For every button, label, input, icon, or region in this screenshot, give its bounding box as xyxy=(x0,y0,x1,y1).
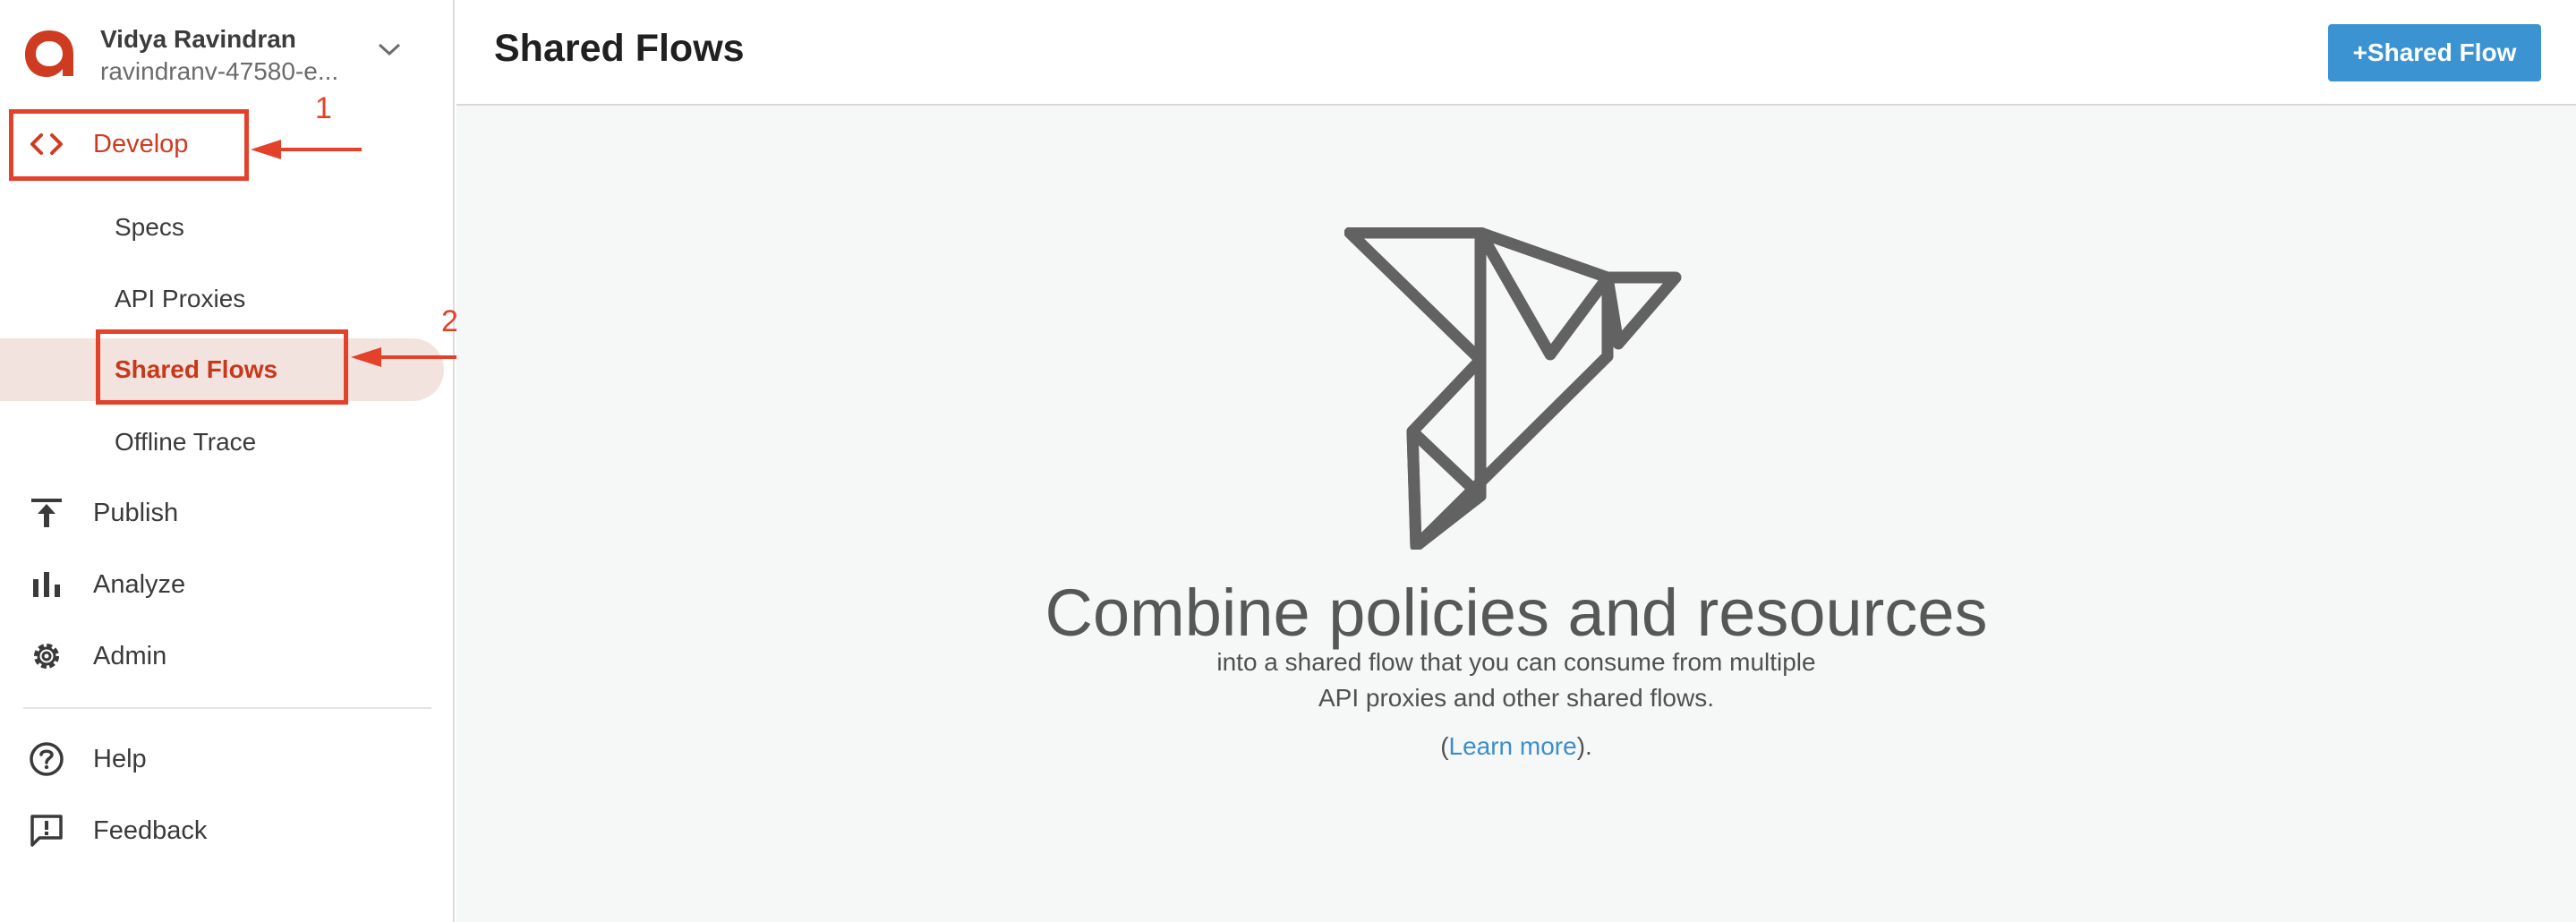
annotation-box-shared-flows xyxy=(96,329,348,405)
chevron-down-icon[interactable] xyxy=(376,39,403,59)
nav-analyze-label: Analyze xyxy=(93,569,186,599)
origami-bird-icon xyxy=(1344,227,1682,550)
annotation-number-1: 1 xyxy=(315,91,332,125)
sidebar-item-api-proxies[interactable]: API Proxies xyxy=(0,268,444,330)
learn-more-open: ( xyxy=(1440,732,1449,760)
nav-admin-label: Admin xyxy=(93,641,167,670)
page-header: Shared Flows +Shared Flow xyxy=(456,0,2576,106)
nav-help-label: Help xyxy=(93,744,147,773)
feedback-icon xyxy=(27,811,66,850)
page-title: Shared Flows xyxy=(494,27,745,70)
gear-icon xyxy=(27,636,66,676)
empty-state-description-line1: into a shared flow that you can consume … xyxy=(1216,648,1816,676)
help-circle-icon xyxy=(27,739,66,779)
learn-more-line: (Learn more). xyxy=(456,732,2576,761)
learn-more-link[interactable]: Learn more xyxy=(1449,732,1577,760)
sidebar-item-specs[interactable]: Specs xyxy=(0,196,444,259)
empty-state-heading: Combine policies and resources xyxy=(1045,576,1988,650)
annotation-arrow-1 xyxy=(251,140,362,159)
learn-more-close: ). xyxy=(1576,732,1592,760)
apigee-logo-icon[interactable] xyxy=(21,25,77,81)
nav-feedback-label: Feedback xyxy=(93,815,208,845)
add-shared-flow-button[interactable]: +Shared Flow xyxy=(2328,24,2541,81)
nav-publish[interactable]: Publish xyxy=(0,486,448,540)
user-org: ravindranv-47580-e... xyxy=(100,57,339,85)
publish-upload-icon xyxy=(27,493,66,533)
sidebar-item-label: Specs xyxy=(115,213,184,241)
sidebar-item-label: API Proxies xyxy=(115,285,246,312)
sidebar-item-offline-trace[interactable]: Offline Trace xyxy=(0,411,444,474)
bar-chart-icon xyxy=(27,565,66,604)
nav-analyze[interactable]: Analyze xyxy=(0,558,448,611)
sidebar: Vidya Ravindran ravindranv-47580-e... De… xyxy=(0,0,458,922)
empty-state-description-line2: API proxies and other shared flows. xyxy=(1318,684,1714,712)
user-name: Vidya Ravindran xyxy=(100,25,296,53)
nav-publish-label: Publish xyxy=(93,498,179,527)
nav-feedback[interactable]: Feedback xyxy=(0,804,448,858)
sidebar-item-label: Offline Trace xyxy=(115,428,257,456)
empty-state: Combine policies and resources into a sh… xyxy=(456,106,2576,922)
annotation-box-develop xyxy=(9,109,249,181)
nav-help[interactable]: Help xyxy=(0,732,448,786)
sidebar-divider xyxy=(23,707,431,709)
nav-admin[interactable]: Admin xyxy=(0,629,448,683)
